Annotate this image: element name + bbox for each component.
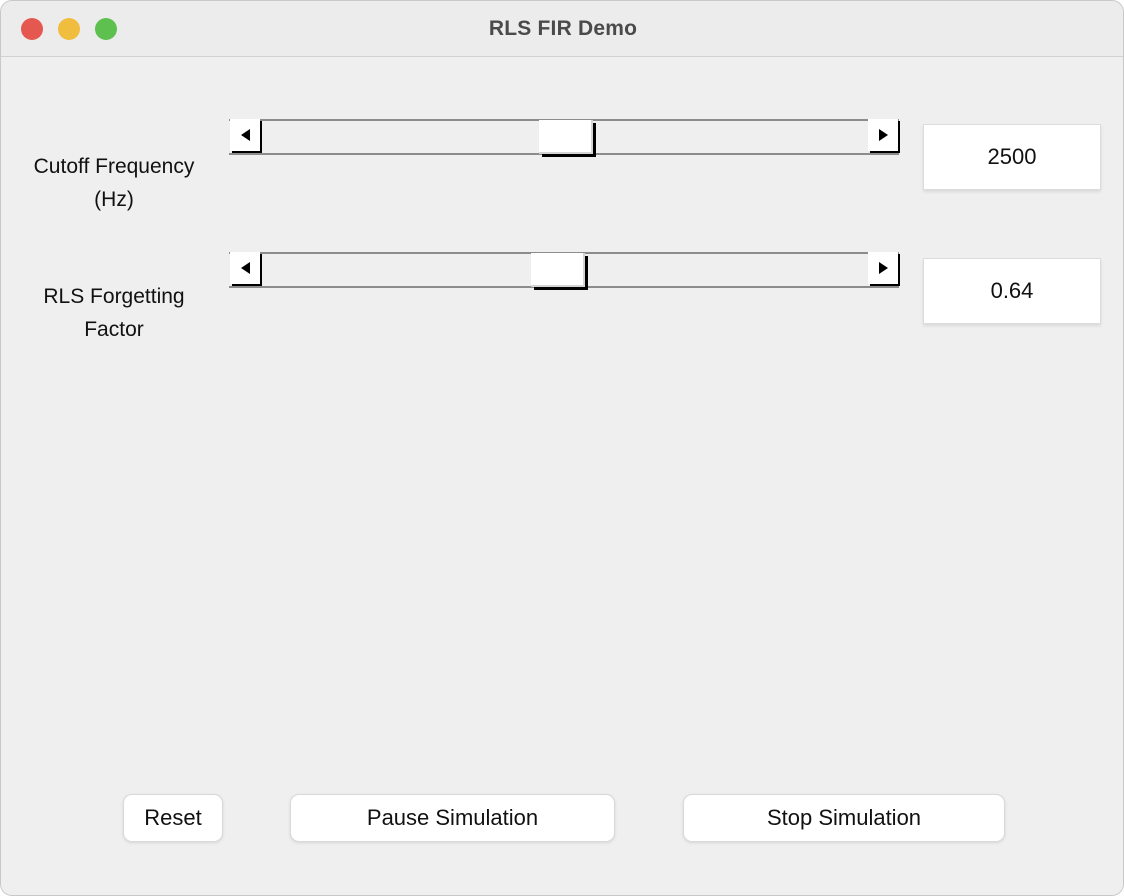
slider-thumb[interactable] <box>531 253 585 287</box>
triangle-left-icon <box>241 129 250 141</box>
cutoff-frequency-label-line2: (Hz) <box>6 183 222 216</box>
pause-simulation-button[interactable]: Pause Simulation <box>290 794 615 842</box>
cutoff-frequency-value[interactable]: 2500 <box>923 124 1101 190</box>
window-body: Cutoff Frequency (Hz) 2500 RLS Forgettin… <box>1 58 1124 896</box>
stop-simulation-button[interactable]: Stop Simulation <box>683 794 1005 842</box>
cutoff-frequency-slider[interactable] <box>229 119 899 155</box>
slider-increment-button[interactable] <box>868 119 898 151</box>
triangle-right-icon <box>879 129 888 141</box>
window-titlebar: RLS FIR Demo <box>1 1 1124 57</box>
window-title: RLS FIR Demo <box>1 1 1124 57</box>
triangle-left-icon <box>241 262 250 274</box>
slider-decrement-button[interactable] <box>230 252 260 284</box>
slider-thumb[interactable] <box>539 120 593 154</box>
forgetting-factor-label-line2: Factor <box>6 313 222 346</box>
slider-increment-button[interactable] <box>868 252 898 284</box>
slider-decrement-button[interactable] <box>230 119 260 151</box>
app-window: RLS FIR Demo Cutoff Frequency (Hz) 2500 … <box>0 0 1124 896</box>
forgetting-factor-slider[interactable] <box>229 252 899 288</box>
cutoff-frequency-label: Cutoff Frequency (Hz) <box>6 150 222 216</box>
cutoff-frequency-label-line1: Cutoff Frequency <box>6 150 222 183</box>
reset-button[interactable]: Reset <box>123 794 223 842</box>
triangle-right-icon <box>879 262 888 274</box>
forgetting-factor-label: RLS Forgetting Factor <box>6 280 222 346</box>
forgetting-factor-label-line1: RLS Forgetting <box>6 280 222 313</box>
forgetting-factor-value[interactable]: 0.64 <box>923 258 1101 324</box>
